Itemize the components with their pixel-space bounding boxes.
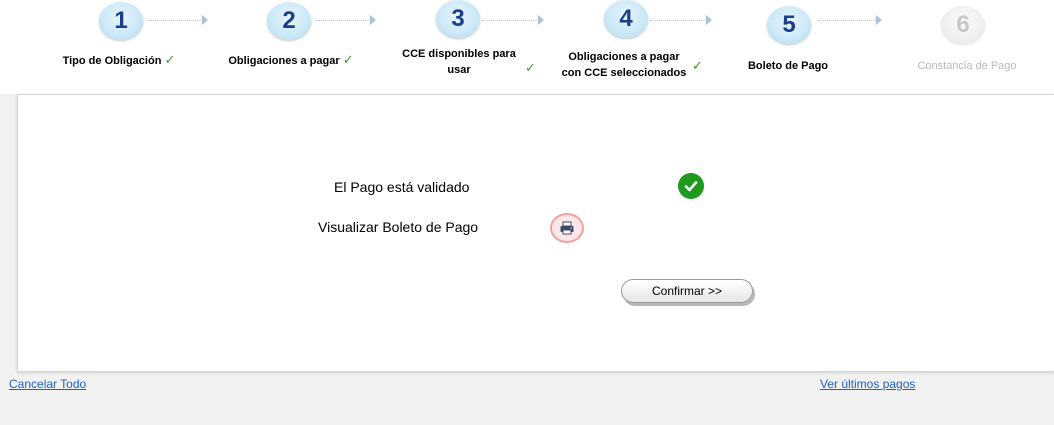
step-label-line1: Obligaciones a pagar	[568, 51, 680, 63]
step-label-line1: CCE disponibles para	[402, 48, 516, 60]
step-connector	[818, 20, 876, 21]
step-label-text: Boleto de Pago	[747, 60, 829, 72]
step-label: Obligaciones a pagar con CCE seleccionad…	[546, 49, 702, 81]
wizard-step-3: 3 CCE disponibles para usar ✓	[374, 0, 544, 94]
step-label: Tipo de Obligación ✓	[44, 52, 194, 69]
check-icon: ✓	[342, 52, 354, 67]
step-label: CCE disponibles para usar	[384, 46, 534, 78]
step-connector	[316, 20, 370, 21]
wizard-step-5: 5 Boleto de Pago	[708, 0, 878, 94]
step-label-line2: usar	[447, 64, 471, 76]
step-number: 2	[267, 2, 311, 40]
check-icon: ✓	[164, 52, 176, 67]
step-label: Boleto de Pago	[718, 58, 858, 74]
check-icon: ✓	[692, 58, 703, 73]
check-icon: ✓	[525, 60, 536, 75]
payment-validated-label: El Pago está validado	[334, 179, 470, 195]
payment-validation-panel: El Pago está validado Visualizar Boleto …	[17, 94, 1054, 372]
step-label-text: Tipo de Obligación	[62, 55, 162, 67]
step-number: 6	[941, 6, 985, 44]
wizard-step-4: 4 Obligaciones a pagar con CCE seleccion…	[542, 0, 712, 94]
cancel-all-link[interactable]: Cancelar Todo	[9, 377, 86, 391]
step-connector	[482, 20, 538, 21]
wizard-steps: 1 Tipo de Obligación ✓ 2 Obligaciones a …	[0, 0, 1054, 94]
step-number: 3	[436, 0, 480, 38]
step-number: 4	[604, 0, 648, 38]
step-connector	[148, 20, 202, 21]
step-label-text: Constancia de Pago	[917, 60, 1017, 72]
confirm-button[interactable]: Confirmar >>	[621, 279, 753, 303]
checkmark-ok-icon	[678, 173, 704, 199]
step-label: Obligaciones a pagar ✓	[206, 52, 376, 69]
step-number: 5	[767, 6, 811, 44]
view-payment-ticket-label: Visualizar Boleto de Pago	[318, 219, 479, 235]
last-payments-link[interactable]: Ver últimos pagos	[820, 377, 915, 391]
wizard-step-6: 6 Constancia de Pago	[880, 0, 1050, 94]
wizard-step-1: 1 Tipo de Obligación ✓	[30, 0, 200, 94]
step-label: Constancia de Pago	[892, 58, 1042, 74]
step-connector	[650, 20, 706, 21]
step-number: 1	[99, 2, 143, 40]
step-label-line2: con CCE seleccionados	[561, 67, 687, 79]
wizard-step-2: 2 Obligaciones a pagar ✓	[198, 0, 368, 94]
printer-icon[interactable]	[550, 213, 584, 243]
step-label-text: Obligaciones a pagar	[228, 55, 340, 67]
